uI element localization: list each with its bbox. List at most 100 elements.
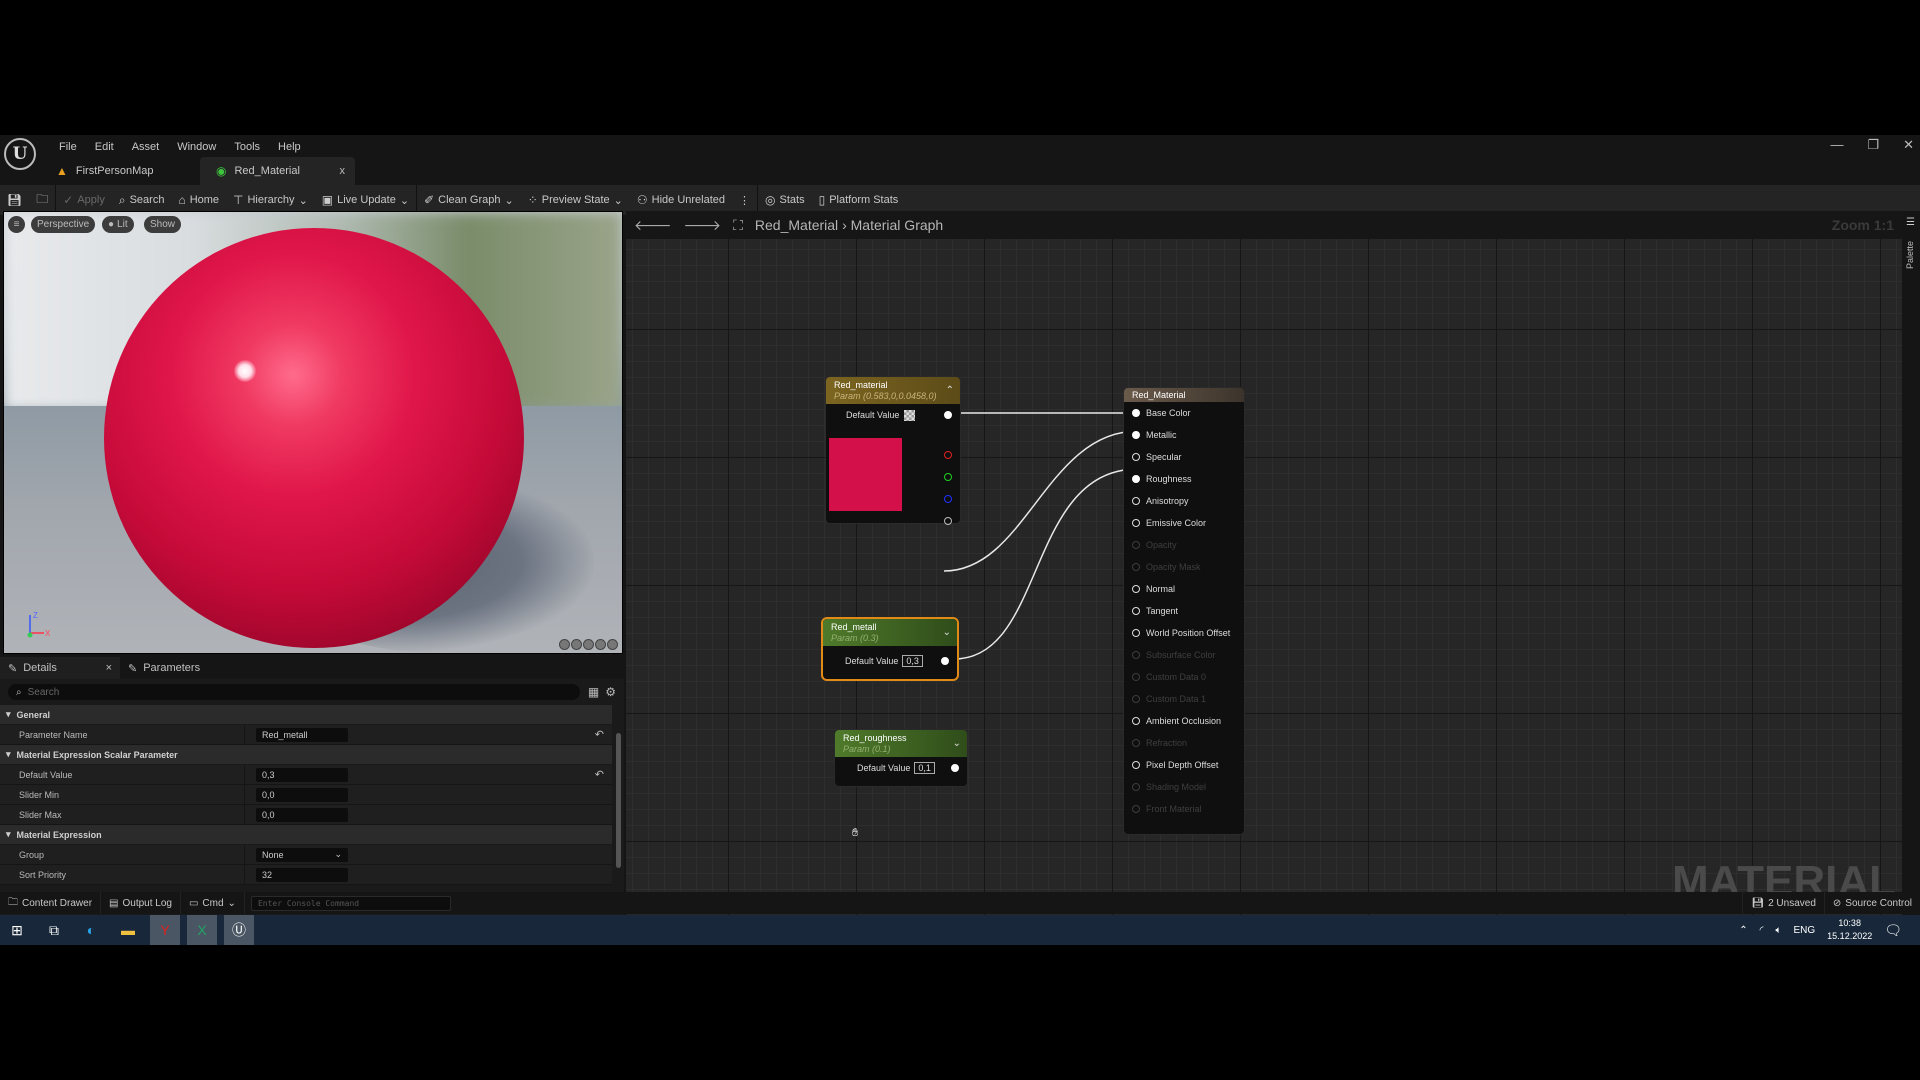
custom-mesh-button[interactable] xyxy=(607,639,618,650)
menu-edit[interactable]: Edit xyxy=(86,137,123,157)
close-window-button[interactable]: ✕ xyxy=(1903,137,1914,153)
tab-details[interactable]: ✎ Details × xyxy=(0,657,120,679)
back-arrow-icon[interactable]: 🡐 xyxy=(634,217,672,234)
plane-preview-button[interactable] xyxy=(583,639,594,650)
group-dropdown[interactable]: None ⌄ xyxy=(256,847,348,862)
chevron-down-icon[interactable]: ⌄ xyxy=(953,738,961,749)
details-scrollbar[interactable] xyxy=(616,733,621,868)
input-pin[interactable] xyxy=(1132,541,1140,549)
sort-priority-input[interactable]: 32 xyxy=(256,867,348,882)
output-log-button[interactable]: ▤ Output Log xyxy=(101,892,181,914)
input-pin-row[interactable]: Base Color xyxy=(1124,402,1244,424)
menu-asset[interactable]: Asset xyxy=(123,137,169,157)
unreal-logo-icon[interactable]: U xyxy=(4,138,36,170)
cmd-dropdown[interactable]: ▭ Cmd ⌄ xyxy=(181,892,245,914)
show-hidden-icons-button[interactable]: ⌃ xyxy=(1739,925,1747,936)
start-button[interactable]: ⊞ xyxy=(2,915,32,945)
reset-to-default-icon[interactable]: ↶ xyxy=(595,728,604,741)
language-indicator[interactable]: ENG xyxy=(1794,925,1816,936)
node-red-roughness-param[interactable]: Red_roughness Param (0.1) ⌄ Default Valu… xyxy=(835,730,967,786)
input-pin-row[interactable]: World Position Offset xyxy=(1124,622,1244,644)
network-icon[interactable]: ◜ xyxy=(1760,925,1764,936)
volume-icon[interactable]: 🔈︎ xyxy=(1776,925,1782,936)
node-header[interactable]: Red_roughness Param (0.1) ⌄ xyxy=(835,730,967,757)
restore-button[interactable]: ❐ xyxy=(1867,137,1879,153)
input-pin-row[interactable]: Tangent xyxy=(1124,600,1244,622)
section-scalar-parameter[interactable]: ▾ Material Expression Scalar Parameter xyxy=(0,745,612,765)
menu-tools[interactable]: Tools xyxy=(225,137,269,157)
output-pin-rgba[interactable] xyxy=(944,411,952,419)
input-pin-row[interactable]: Roughness xyxy=(1124,468,1244,490)
input-pin-row[interactable]: Emissive Color xyxy=(1124,512,1244,534)
node-header[interactable]: Red_metall Param (0.3) ⌄ xyxy=(823,619,957,646)
input-pin-row[interactable]: Subsurface Color xyxy=(1124,644,1244,666)
input-pin[interactable] xyxy=(1132,431,1140,439)
unreal-app-button[interactable]: Ⓤ xyxy=(224,915,254,945)
viewport-menu-button[interactable]: ≡ xyxy=(8,216,25,233)
section-general[interactable]: ▾ General xyxy=(0,705,612,725)
checker-swatch-icon[interactable] xyxy=(904,409,916,421)
chevron-down-icon[interactable]: ⌄ xyxy=(943,627,951,638)
output-pin[interactable] xyxy=(941,657,949,665)
default-value-input[interactable]: 0,3 xyxy=(256,767,348,782)
input-pin[interactable] xyxy=(1132,629,1140,637)
material-graph-canvas[interactable]: 🡐 🡒 ⛶ Red_Material › Material Graph Zoom… xyxy=(626,211,1902,921)
notifications-icon[interactable]: 🗨︎ xyxy=(1884,922,1902,939)
input-pin[interactable] xyxy=(1132,695,1140,703)
input-pin-row[interactable]: Ambient Occlusion xyxy=(1124,710,1244,732)
output-pin-g[interactable] xyxy=(944,473,952,481)
input-pin[interactable] xyxy=(1132,761,1140,769)
slider-max-input[interactable]: 0,0 xyxy=(256,807,348,822)
output-pin-a[interactable] xyxy=(944,517,952,525)
input-pin-row[interactable]: Shading Model xyxy=(1124,776,1244,798)
reset-to-default-icon[interactable]: ↶ xyxy=(595,768,604,781)
edge-app-button[interactable]: ◐ xyxy=(76,915,106,945)
input-pin[interactable] xyxy=(1132,673,1140,681)
table-view-icon[interactable]: ▦ xyxy=(588,685,599,699)
unsaved-button[interactable]: 💾︎ 2 Unsaved xyxy=(1742,892,1825,914)
input-pin-row[interactable]: Opacity xyxy=(1124,534,1244,556)
input-pin[interactable] xyxy=(1132,475,1140,483)
section-material-expression[interactable]: ▾ Material Expression xyxy=(0,825,612,845)
cylinder-preview-button[interactable] xyxy=(559,639,570,650)
input-pin-row[interactable]: Anisotropy xyxy=(1124,490,1244,512)
default-value-input[interactable]: 0,3 xyxy=(902,655,923,667)
node-red-metall-param[interactable]: Red_metall Param (0.3) ⌄ Default Value 0… xyxy=(823,619,957,679)
breadcrumb-root[interactable]: Red_Material xyxy=(755,217,838,233)
input-pin-row[interactable]: Opacity Mask xyxy=(1124,556,1244,578)
chevron-up-icon[interactable]: ⌃ xyxy=(946,385,954,396)
console-command-input[interactable]: Enter Console Command xyxy=(250,895,451,911)
input-pin[interactable] xyxy=(1132,805,1140,813)
input-pin-row[interactable]: Normal xyxy=(1124,578,1244,600)
excel-app-button[interactable]: X xyxy=(187,915,217,945)
menu-help[interactable]: Help xyxy=(269,137,310,157)
color-swatch[interactable] xyxy=(829,438,902,511)
cube-preview-button[interactable] xyxy=(595,639,606,650)
input-pin-row[interactable]: Custom Data 0 xyxy=(1124,666,1244,688)
explorer-app-button[interactable]: ▬ xyxy=(113,915,143,945)
settings-gear-icon[interactable]: ⚙ xyxy=(605,685,616,699)
input-pin[interactable] xyxy=(1132,739,1140,747)
node-header[interactable]: Red_material Param (0.583,0,0.0458,0) ⌃ xyxy=(826,377,960,404)
clock[interactable]: 10:38 15.12.2022 xyxy=(1827,917,1872,943)
preview-viewport[interactable]: ≡ Perspective ● Lit Show Z X xyxy=(3,211,623,654)
parameter-name-input[interactable]: Red_metall xyxy=(256,727,348,742)
palette-sidebar[interactable]: ☰ Palette xyxy=(1902,211,1920,921)
node-material-result[interactable]: Red_Material Base Color Metallic Specular R… xyxy=(1124,388,1244,834)
details-search-input[interactable]: ⌕ Search xyxy=(8,684,580,700)
show-button[interactable]: Show xyxy=(144,216,182,233)
minimize-button[interactable]: — xyxy=(1830,137,1843,153)
input-pin[interactable] xyxy=(1132,497,1140,505)
perspective-button[interactable]: Perspective xyxy=(31,216,96,233)
input-pin[interactable] xyxy=(1132,607,1140,615)
input-pin-row[interactable]: Specular xyxy=(1124,446,1244,468)
forward-arrow-icon[interactable]: 🡒 xyxy=(684,217,722,234)
sphere-preview-button[interactable] xyxy=(571,639,582,650)
input-pin[interactable] xyxy=(1132,409,1140,417)
input-pin[interactable] xyxy=(1132,585,1140,593)
tab-parameters[interactable]: ✎ Parameters xyxy=(120,657,208,679)
tab-red-material[interactable]: ◉ Red_Material x xyxy=(200,157,355,185)
input-pin[interactable] xyxy=(1132,783,1140,791)
input-pin-row[interactable]: Refraction xyxy=(1124,732,1244,754)
menu-file[interactable]: File xyxy=(50,137,86,157)
